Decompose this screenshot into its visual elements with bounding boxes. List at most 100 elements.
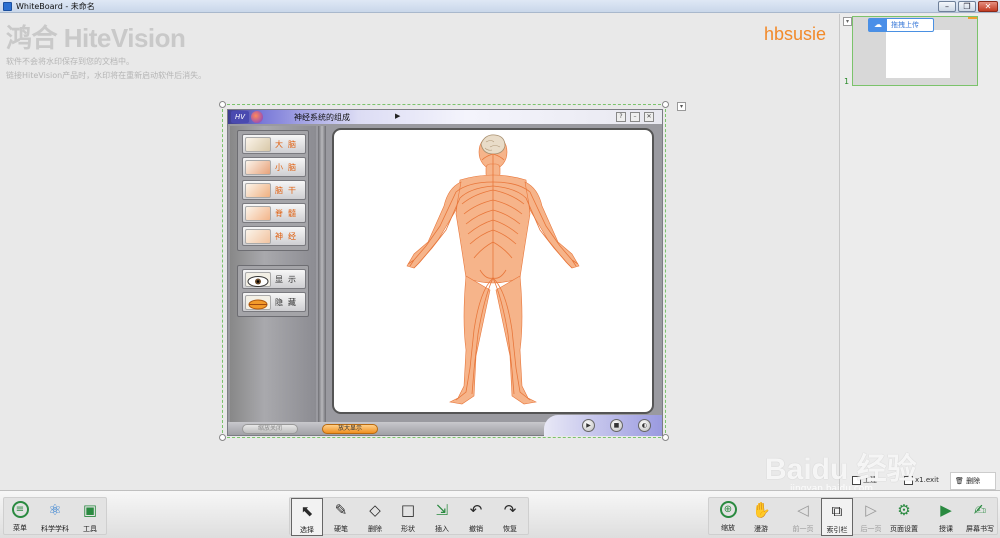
- tools-button[interactable]: ▣ 工具: [74, 498, 106, 536]
- organ-panel: 大脑 小脑 脑干 脊髓 神经 显示 隐藏: [230, 126, 316, 422]
- pen-tool[interactable]: ✎ 硬笔: [325, 498, 357, 536]
- organ-button-brainstem[interactable]: 脑干: [242, 180, 306, 200]
- undo-label: 撤销: [469, 525, 483, 533]
- organ-label: 神经: [275, 232, 301, 241]
- zoom-show-button[interactable]: 放大显示: [322, 424, 378, 434]
- courseware-title: 神经系统的组成: [294, 113, 350, 122]
- collapse-icon[interactable]: ▾: [843, 17, 852, 26]
- nerves-icon: [245, 229, 271, 244]
- courseware-close-button[interactable]: ✕: [644, 112, 654, 122]
- teach-button[interactable]: ▶ 授课: [930, 498, 962, 536]
- trash-icon: 🗑: [955, 477, 967, 485]
- zoom-off-button[interactable]: 缩放关闭: [242, 424, 298, 434]
- shape-tool[interactable]: □ 形状: [392, 498, 424, 536]
- maximize-button[interactable]: ❐: [958, 1, 976, 12]
- volume-icon[interactable]: ◐: [638, 419, 651, 432]
- redo-button[interactable]: ↷ 恢复: [494, 498, 526, 536]
- help-button[interactable]: ?: [616, 112, 626, 122]
- nervous-system-figure: [406, 134, 580, 405]
- index-icon: ⧉: [831, 502, 843, 520]
- stop-icon[interactable]: ■: [610, 419, 623, 432]
- courseware-window: HV 神经系统的组成 ▶ ? – ✕ 大脑 小脑 脑干 脊髓 神经 显示 隐藏 …: [227, 109, 663, 436]
- subject-button[interactable]: ⚛ 科学学科: [36, 498, 74, 536]
- courseware-minimize-button[interactable]: –: [630, 112, 640, 122]
- screen-write-icon: ✍: [973, 501, 987, 519]
- screen-write-button[interactable]: ✍ 屏幕书写: [964, 498, 996, 536]
- redo-label: 恢复: [503, 525, 517, 533]
- menu-button[interactable]: ≡ 菜单: [4, 498, 36, 536]
- organ-button-group: 大脑 小脑 脑干 脊髓 神经: [237, 130, 309, 251]
- spinal-cord-icon: [245, 206, 271, 221]
- title-bar: WhiteBoard - 未命名 – ❐ ✕: [0, 0, 1000, 13]
- roam-button[interactable]: ✋ 漫游: [745, 498, 777, 536]
- show-button[interactable]: 显示: [242, 269, 306, 289]
- minimize-button[interactable]: –: [938, 1, 956, 12]
- undo-button[interactable]: ↶ 撤销: [460, 498, 492, 536]
- organ-button-spinal-cord[interactable]: 脊髓: [242, 203, 306, 223]
- organ-label: 大脑: [275, 140, 301, 149]
- anatomy-stage[interactable]: [332, 128, 654, 414]
- hide-button[interactable]: 隐藏: [242, 292, 306, 312]
- undo-icon: ↶: [469, 501, 483, 519]
- watermark-note-2: 链接HiteVision产品时，水印将在重新启动软件后消失。: [6, 71, 207, 80]
- page-settings-button[interactable]: ⚙ 页面设置: [888, 498, 920, 536]
- insert-label: 插入: [435, 525, 449, 533]
- show-label: 显示: [275, 275, 301, 284]
- roam-label: 漫游: [754, 525, 768, 533]
- play-icon[interactable]: ▶: [582, 419, 595, 432]
- menu-icon: ≡: [11, 501, 29, 518]
- zoom-label: 缩放: [721, 524, 735, 532]
- atom-icon: ⚛: [48, 501, 62, 519]
- organ-button-nerves[interactable]: 神经: [242, 226, 306, 246]
- select-label: 选择: [300, 526, 314, 534]
- resize-handle-br[interactable]: [662, 434, 669, 441]
- thumbnail-marker: [968, 17, 977, 19]
- close-button[interactable]: ✕: [978, 1, 998, 12]
- select-tool[interactable]: ⬉ 选择: [291, 498, 323, 536]
- watermark-note-1: 软件不会将水印保存到您的文档中。: [6, 57, 134, 66]
- pen-label: 硬笔: [334, 525, 348, 533]
- upload-button[interactable]: ☁ 拖拽上传: [868, 18, 934, 32]
- prev-page-button[interactable]: ◁ 前一页: [787, 498, 819, 536]
- next-page-button[interactable]: ▷ 后一页: [855, 498, 887, 536]
- cerebellum-icon: [245, 160, 271, 175]
- zoom-button[interactable]: ⊕ 缩放: [712, 498, 744, 536]
- hand-icon: ✋: [752, 501, 771, 519]
- zoom-icon: ⊕: [719, 501, 737, 518]
- organ-button-brain[interactable]: 大脑: [242, 134, 306, 154]
- page-number: 1: [844, 77, 850, 86]
- user-name: hbsusie: [764, 24, 827, 44]
- subject-label: 科学学科: [41, 525, 69, 533]
- courseware-badge-icon: [251, 111, 263, 123]
- organ-label: 小脑: [275, 163, 301, 172]
- delete-page-button[interactable]: 🗑 删除: [950, 472, 996, 490]
- lips-icon: [245, 295, 271, 310]
- tools-label: 工具: [83, 525, 97, 533]
- chevron-down-icon[interactable]: ▾: [677, 102, 686, 111]
- index-label: 索引栏: [826, 526, 848, 534]
- insert-tool[interactable]: ⇲ 插入: [426, 498, 458, 536]
- organ-button-cerebellum[interactable]: 小脑: [242, 157, 306, 177]
- play-arrow-icon[interactable]: ▶: [395, 112, 400, 120]
- insert-icon: ⇲: [435, 501, 449, 519]
- eraser-icon: ◇: [369, 501, 381, 519]
- resize-handle-tr[interactable]: [662, 101, 669, 108]
- brand-watermark: 鸿合 HiteVision: [6, 23, 186, 53]
- prev-page-icon: ◁: [797, 501, 809, 519]
- prev-page-label: 前一页: [792, 525, 814, 533]
- index-button[interactable]: ⧉ 索引栏: [821, 498, 853, 536]
- brain-icon: [245, 137, 271, 152]
- resize-handle-bl[interactable]: [219, 434, 226, 441]
- resize-handle-tl[interactable]: [219, 101, 226, 108]
- organ-label: 脊髓: [275, 209, 301, 218]
- menu-label: 菜单: [13, 524, 27, 532]
- page-thumbnail-preview: [886, 30, 950, 78]
- visibility-toggle-group: 显示 隐藏: [237, 265, 309, 317]
- cursor-icon: ⬉: [300, 502, 314, 520]
- eraser-tool[interactable]: ◇ 删除: [359, 498, 391, 536]
- panel-divider: [318, 126, 326, 422]
- courseware-logo: HV: [231, 111, 249, 123]
- app-icon: [3, 2, 12, 11]
- upload-label: 拖拽上传: [891, 21, 919, 29]
- eye-icon: [245, 272, 271, 287]
